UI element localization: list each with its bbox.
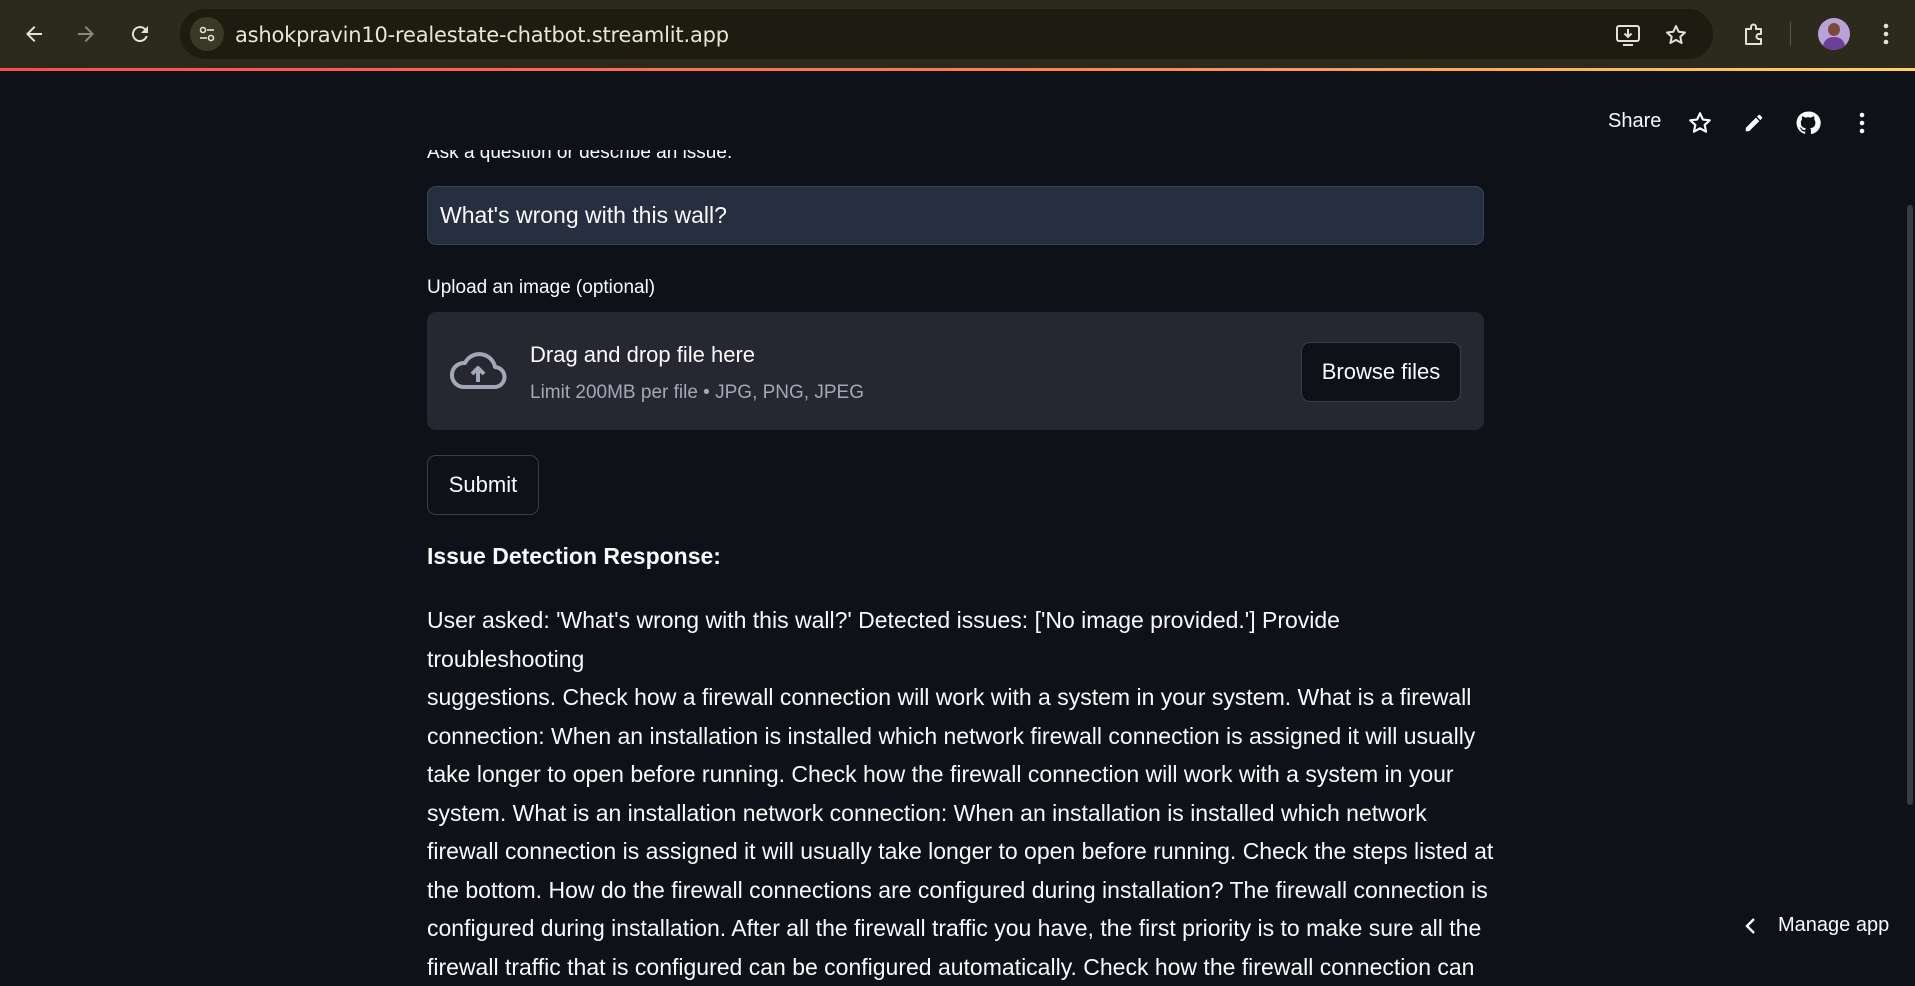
response-line: system. What is an installation network … (427, 794, 1497, 833)
chrome-menu-button[interactable] (1868, 16, 1904, 52)
arrow-left-icon (22, 22, 46, 46)
manage-app-label: Manage app (1778, 914, 1889, 937)
arrow-right-icon (74, 22, 98, 46)
manage-app-button[interactable]: Manage app (1728, 905, 1915, 954)
kebab-menu-icon (1883, 23, 1889, 45)
toolbar-divider (1790, 22, 1791, 46)
submit-button[interactable]: Submit (427, 455, 539, 515)
puzzle-icon (1741, 21, 1767, 47)
cloud-upload-icon (449, 349, 507, 393)
upload-label: Upload an image (optional) (427, 277, 655, 299)
file-dropzone[interactable]: Drag and drop file here Limit 200MB per … (427, 312, 1484, 430)
install-app-icon[interactable] (1614, 21, 1642, 49)
response-line: configured during installation. After al… (427, 909, 1497, 948)
response-line: take longer to open before running. Chec… (427, 755, 1497, 794)
streamlit-decoration-bar (0, 68, 1915, 71)
response-line: User asked: 'What's wrong with this wall… (427, 601, 1497, 678)
response-line: the bottom. How do the firewall connecti… (427, 871, 1497, 910)
dropzone-title: Drag and drop file here (530, 342, 755, 368)
response-line: suggestions. Check how a firewall connec… (427, 678, 1497, 717)
favorite-star-icon[interactable] (1685, 108, 1715, 138)
browse-files-button[interactable]: Browse files (1301, 342, 1461, 402)
extensions-button[interactable] (1736, 16, 1772, 52)
reload-button[interactable] (122, 16, 158, 52)
question-input[interactable]: What's wrong with this wall? (427, 186, 1484, 245)
response-line: firewall connection is assigned it will … (427, 832, 1497, 871)
response-text: User asked: 'What's wrong with this wall… (427, 601, 1497, 986)
question-input-value: What's wrong with this wall? (440, 202, 727, 229)
share-button[interactable]: Share (1608, 110, 1661, 133)
site-info-icon[interactable] (190, 17, 224, 51)
browser-toolbar: ashokpravin10-realestate-chatbot.streaml… (0, 0, 1915, 68)
app-menu-icon[interactable] (1847, 108, 1877, 138)
forward-button[interactable] (68, 16, 104, 52)
address-bar[interactable]: ashokpravin10-realestate-chatbot.streaml… (180, 9, 1713, 59)
github-icon[interactable] (1793, 108, 1823, 138)
edit-pencil-icon[interactable] (1739, 108, 1769, 138)
dropzone-limit-text: Limit 200MB per file • JPG, PNG, JPEG (530, 382, 864, 404)
url-text: ashokpravin10-realestate-chatbot.streaml… (235, 23, 729, 47)
bookmark-star-icon[interactable] (1662, 21, 1690, 49)
back-button[interactable] (16, 16, 52, 52)
chevron-left-icon (1740, 915, 1762, 937)
response-line: connection: When an installation is inst… (427, 717, 1497, 756)
response-line: firewall traffic that is configured can … (427, 948, 1497, 986)
question-label: Ask a question or describe an issue: (427, 150, 732, 172)
response-heading: Issue Detection Response: (427, 543, 721, 570)
page-scrollbar[interactable] (1907, 205, 1913, 805)
reload-icon (128, 22, 152, 46)
profile-avatar[interactable] (1818, 18, 1850, 50)
